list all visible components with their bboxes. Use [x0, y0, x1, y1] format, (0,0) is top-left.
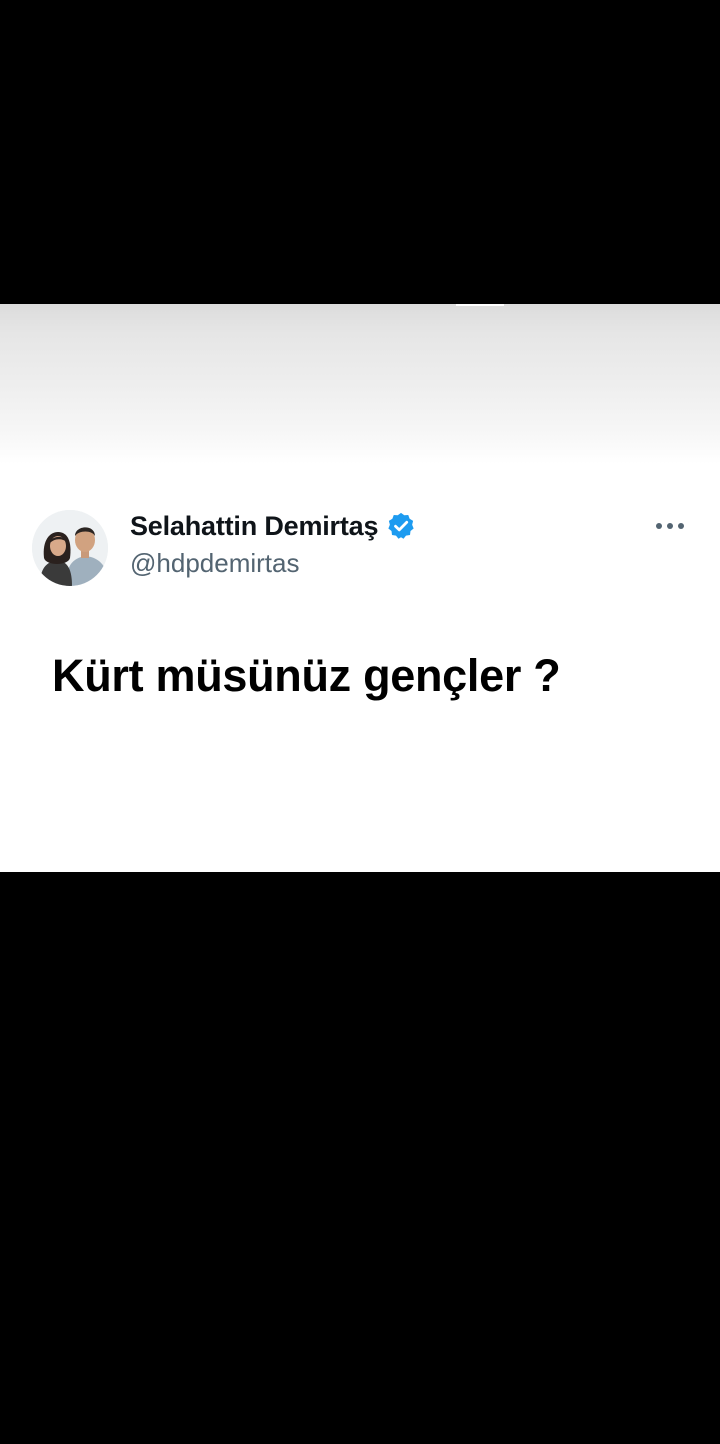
verified-badge-icon — [386, 511, 416, 541]
letterbox-top — [0, 0, 720, 304]
user-handle[interactable]: @hdpdemirtas — [130, 548, 299, 579]
screen: Selahattin Demirtaş @hdpdemirtas Kürt mü… — [0, 0, 720, 1444]
display-name-text[interactable]: Selahattin Demirtaş — [130, 511, 378, 542]
display-name[interactable]: Selahattin Demirtaş — [130, 506, 416, 546]
more-options-icon — [656, 523, 684, 529]
letterbox-bottom — [0, 872, 720, 1444]
tweet-card: Selahattin Demirtaş @hdpdemirtas Kürt mü… — [0, 304, 720, 872]
more-options-button[interactable] — [650, 512, 690, 540]
tweet-text: Kürt müsünüz gençler ? — [52, 650, 561, 701]
top-fade-band — [0, 304, 720, 464]
top-indicator — [456, 304, 504, 306]
avatar[interactable] — [32, 510, 108, 586]
profile-photo-icon — [32, 510, 108, 586]
